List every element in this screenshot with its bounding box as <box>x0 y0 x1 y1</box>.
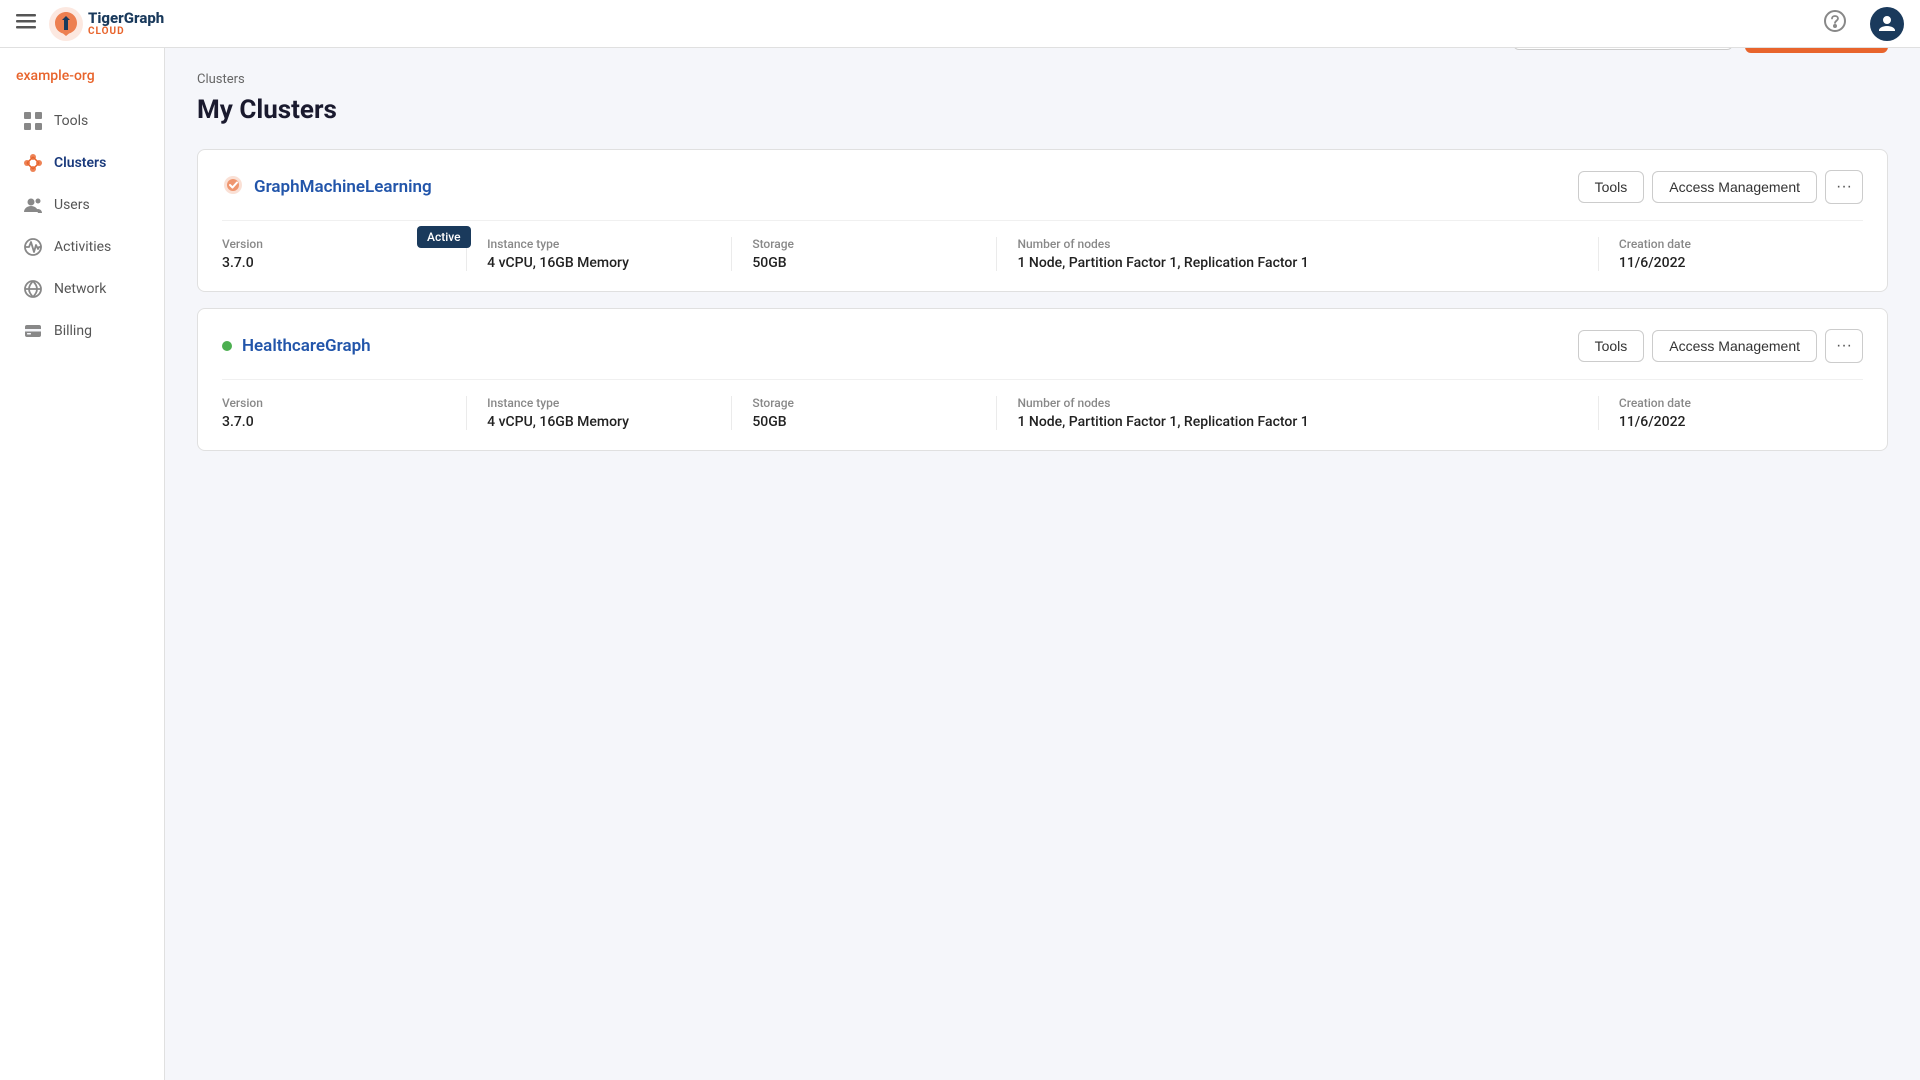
cluster-2-access-button[interactable]: Access Management <box>1652 330 1817 362</box>
activities-label: Activities <box>54 239 111 255</box>
cluster-1-more-button[interactable]: ··· <box>1825 170 1863 204</box>
sidebar-item-activities[interactable]: Activities <box>6 226 158 268</box>
activities-icon <box>22 236 44 258</box>
billing-icon <box>22 320 44 342</box>
cluster-2-instance-cell: Instance type 4 vCPU, 16GB Memory <box>487 396 732 430</box>
cluster-2-name-area: HealthcareGraph <box>222 336 371 356</box>
cluster-1-version-label: Version <box>222 237 446 251</box>
cluster-1-header: Active GraphMachineLearning Tools Access… <box>222 170 1863 204</box>
tools-icon <box>22 110 44 132</box>
cluster-2-status-dot <box>222 341 232 351</box>
layout: example-org Tools <box>0 48 1920 1080</box>
cluster-1-storage-label: Storage <box>752 237 976 251</box>
cluster-1-creation-cell: Creation date 11/6/2022 <box>1619 237 1863 271</box>
cluster-2-creation-label: Creation date <box>1619 396 1843 410</box>
cluster-1-version-value: 3.7.0 <box>222 255 446 271</box>
active-tooltip: Active <box>417 226 471 248</box>
cluster-2-name-link[interactable]: HealthcareGraph <box>242 336 371 356</box>
search-box[interactable] <box>1513 48 1733 50</box>
clusters-icon <box>22 152 44 174</box>
cluster-1-creation-value: 11/6/2022 <box>1619 255 1843 271</box>
cluster-2-header: HealthcareGraph Tools Access Management … <box>222 329 1863 363</box>
cluster-1-name-area: Active GraphMachineLearning <box>222 174 432 200</box>
cluster-2-tools-button[interactable]: Tools <box>1578 330 1645 362</box>
cluster-1-instance-value: 4 vCPU, 16GB Memory <box>487 255 711 271</box>
menu-icon[interactable] <box>16 11 36 36</box>
cluster-2-storage-cell: Storage 50GB <box>752 396 997 430</box>
cluster-1-status-icon <box>222 174 244 196</box>
cluster-2-creation-cell: Creation date 11/6/2022 <box>1619 396 1863 430</box>
cluster-1-nodes-label: Number of nodes <box>1017 237 1577 251</box>
cluster-1-nodes-value: 1 Node, Partition Factor 1, Replication … <box>1017 255 1577 271</box>
sidebar-item-clusters[interactable]: Clusters <box>6 142 158 184</box>
org-label[interactable]: example-org <box>0 60 164 100</box>
sidebar-item-network[interactable]: Network <box>6 268 158 310</box>
cluster-1-name-link[interactable]: GraphMachineLearning <box>254 177 432 197</box>
cluster-1-storage-cell: Storage 50GB <box>752 237 997 271</box>
cluster-2-creation-value: 11/6/2022 <box>1619 414 1843 430</box>
cluster-1-access-button[interactable]: Access Management <box>1652 171 1817 203</box>
cluster-2-info: Version 3.7.0 Instance type 4 vCPU, 16GB… <box>222 379 1863 430</box>
cluster-2-instance-label: Instance type <box>487 396 711 410</box>
clusters-label: Clusters <box>54 155 106 171</box>
sidebar-item-users[interactable]: Users <box>6 184 158 226</box>
cluster-1-tools-button[interactable]: Tools <box>1578 171 1645 203</box>
billing-label: Billing <box>54 323 92 339</box>
cluster-1-instance-label: Instance type <box>487 237 711 251</box>
cluster-1-storage-value: 50GB <box>752 255 976 271</box>
cluster-card-1: Active GraphMachineLearning Tools Access… <box>197 149 1888 292</box>
cluster-2-instance-value: 4 vCPU, 16GB Memory <box>487 414 711 430</box>
cluster-2-storage-value: 50GB <box>752 414 976 430</box>
cluster-2-version-value: 3.7.0 <box>222 414 446 430</box>
breadcrumb: Clusters <box>197 72 1888 87</box>
sidebar: example-org Tools <box>0 48 165 1080</box>
cluster-2-actions: Tools Access Management ··· <box>1578 329 1863 363</box>
logo: TigerGraph CLOUD <box>48 6 164 42</box>
topbar: TigerGraph CLOUD <box>0 0 1920 48</box>
help-icon[interactable] <box>1824 10 1846 37</box>
cluster-2-storage-label: Storage <box>752 396 976 410</box>
cluster-2-version-label: Version <box>222 396 446 410</box>
cluster-1-actions: Tools Access Management ··· <box>1578 170 1863 204</box>
network-label: Network <box>54 281 106 297</box>
logo-text: TigerGraph CLOUD <box>88 10 164 38</box>
users-label: Users <box>54 197 90 213</box>
users-icon <box>22 194 44 216</box>
page-title: My Clusters <box>197 95 1888 125</box>
cluster-2-more-button[interactable]: ··· <box>1825 329 1863 363</box>
create-cluster-button[interactable]: Create Cluster <box>1745 48 1888 53</box>
top-right-controls: Create Cluster <box>1513 48 1888 53</box>
cluster-2-nodes-value: 1 Node, Partition Factor 1, Replication … <box>1017 414 1577 430</box>
user-avatar[interactable] <box>1870 7 1904 41</box>
tools-label: Tools <box>54 113 88 129</box>
cluster-card-2: HealthcareGraph Tools Access Management … <box>197 308 1888 451</box>
cluster-2-version-cell: Version 3.7.0 <box>222 396 467 430</box>
cluster-2-nodes-cell: Number of nodes 1 Node, Partition Factor… <box>1017 396 1598 430</box>
network-icon <box>22 278 44 300</box>
logo-icon <box>48 6 84 42</box>
main-content: Create Cluster Clusters My Clusters <box>165 48 1920 1080</box>
page-wrapper: Create Cluster Clusters My Clusters <box>197 72 1888 451</box>
cluster-1-instance-cell: Instance type 4 vCPU, 16GB Memory <box>487 237 732 271</box>
cluster-1-nodes-cell: Number of nodes 1 Node, Partition Factor… <box>1017 237 1598 271</box>
cluster-2-nodes-label: Number of nodes <box>1017 396 1577 410</box>
sidebar-item-billing[interactable]: Billing <box>6 310 158 352</box>
cluster-1-creation-label: Creation date <box>1619 237 1843 251</box>
sidebar-item-tools[interactable]: Tools <box>6 100 158 142</box>
